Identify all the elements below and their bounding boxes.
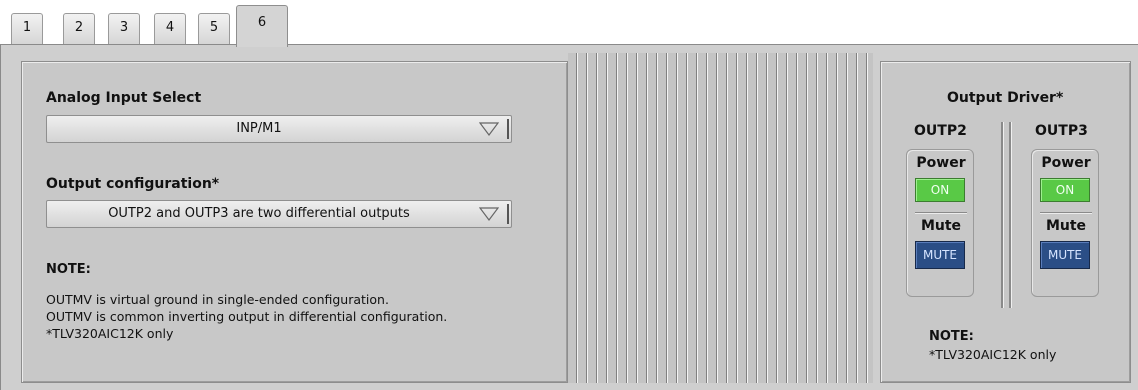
tab-1[interactable]: 1 — [11, 13, 43, 44]
tab-2[interactable]: 2 — [63, 13, 95, 44]
tab-bar: 1 2 3 4 5 6 — [0, 0, 1138, 47]
output-driver-note-heading: NOTE: — [929, 329, 974, 344]
note-line-1: OUTMV is virtual ground in single-ended … — [46, 292, 389, 307]
tab-content-frame: Analog Input Select INP/M1 Output config… — [0, 44, 1138, 390]
tab-6[interactable]: 6 — [236, 5, 288, 47]
group-divider — [1040, 212, 1092, 214]
tab-3[interactable]: 3 — [108, 13, 140, 44]
outp3-mute-button[interactable]: MUTE — [1040, 241, 1090, 269]
outp3-label: OUTP3 — [1035, 123, 1088, 139]
analog-input-select-label: Analog Input Select — [46, 90, 202, 106]
outp2-power-button[interactable]: ON — [915, 178, 965, 202]
outp2-mute-button[interactable]: MUTE — [915, 241, 965, 269]
output-configuration-value: OUTP2 and OUTP3 are two differential out… — [108, 206, 410, 221]
outp2-label: OUTP2 — [914, 123, 967, 139]
tab-4[interactable]: 4 — [154, 13, 186, 44]
input-output-config-panel: Analog Input Select INP/M1 Output config… — [21, 61, 568, 383]
chevron-down-icon — [479, 122, 499, 136]
analog-input-select-value: INP/M1 — [236, 121, 282, 136]
dropdown-edge — [507, 119, 509, 139]
analog-input-select-dropdown[interactable]: INP/M1 — [46, 115, 512, 143]
output-driver-title: Output Driver* — [947, 90, 1064, 106]
output-configuration-dropdown[interactable]: OUTP2 and OUTP3 are two differential out… — [46, 200, 512, 228]
outp3-power-button[interactable]: ON — [1040, 178, 1090, 202]
outp2-mute-label: Mute — [920, 218, 962, 234]
note-line-3: *TLV320AIC12K only — [46, 326, 174, 341]
outp2-controls: Power ON Mute MUTE — [906, 149, 974, 297]
outp2-power-label: Power — [916, 155, 966, 171]
outp3-mute-label: Mute — [1045, 218, 1087, 234]
channel-divider — [1009, 122, 1012, 308]
dropdown-edge — [507, 204, 509, 224]
output-driver-panel: Output Driver* OUTP2 OUTP3 Power ON Mute… — [880, 61, 1131, 383]
outp3-power-label: Power — [1041, 155, 1091, 171]
channel-divider — [1001, 122, 1004, 308]
chevron-down-icon — [479, 207, 499, 221]
group-divider — [915, 212, 967, 214]
output-driver-note-text: *TLV320AIC12K only — [929, 347, 1057, 362]
decorative-stripes — [568, 53, 873, 383]
tab-5[interactable]: 5 — [198, 13, 230, 44]
outp3-controls: Power ON Mute MUTE — [1031, 149, 1099, 297]
note-line-2: OUTMV is common inverting output in diff… — [46, 309, 448, 324]
note-heading: NOTE: — [46, 262, 91, 277]
output-configuration-label: Output configuration* — [46, 176, 220, 192]
